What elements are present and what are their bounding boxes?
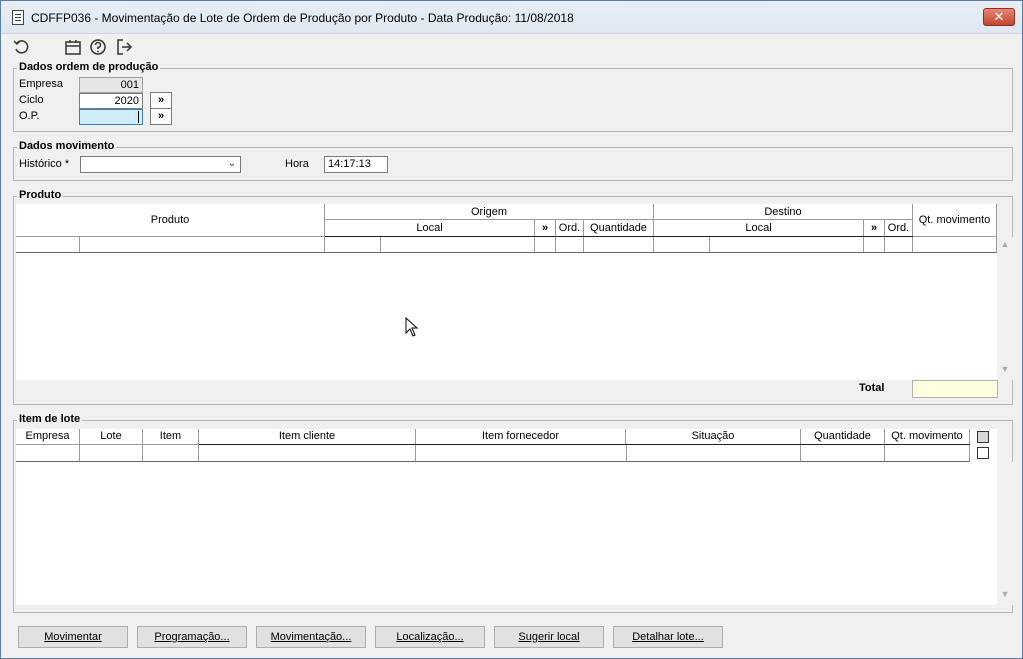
localizacao-button[interactable]: Localização...: [375, 626, 485, 648]
dados-ordem-legend: Dados ordem de produção: [17, 61, 161, 73]
undo-icon[interactable]: [12, 37, 32, 57]
historico-select[interactable]: ⌄: [80, 156, 241, 173]
exit-icon[interactable]: [114, 37, 134, 57]
empresa-field: 001: [79, 77, 143, 93]
total-field: [912, 380, 998, 398]
hora-field[interactable]: 14:17:13: [324, 156, 388, 173]
historico-label: Histórico *: [19, 158, 70, 170]
ciclo-label: Ciclo: [19, 94, 44, 106]
header-qt-movimento: Qt. movimento: [913, 204, 997, 237]
title-bar: CDFFP036 - Movimentação de Lote de Ordem…: [1, 1, 1022, 34]
produto-legend: Produto: [17, 189, 64, 201]
total-label: Total: [859, 382, 885, 394]
header-origem-ord: Ord.: [556, 220, 584, 237]
header-origem-lookup: »: [535, 220, 556, 237]
chevron-down-icon: ⌄: [227, 158, 237, 169]
op-lookup-button[interactable]: »: [150, 108, 172, 125]
op-label: O.P.: [19, 110, 40, 122]
movimentar-button[interactable]: Movimentar: [18, 626, 128, 648]
header-item-cliente: Item cliente: [199, 429, 416, 445]
header-quantidade: Quantidade: [801, 429, 885, 445]
header-qt-movimento-lote: Qt. movimento: [885, 429, 970, 445]
item-lote-scrollbar[interactable]: ▼: [997, 462, 1013, 605]
calendar-icon[interactable]: [63, 37, 83, 57]
select-all-checkbox[interactable]: [977, 431, 989, 443]
window-title: CDFFP036 - Movimentação de Lote de Ordem…: [31, 11, 574, 25]
header-destino-lookup: »: [864, 220, 885, 237]
header-item-fornecedor: Item fornecedor: [416, 429, 626, 445]
document-icon: [12, 10, 24, 25]
scroll-down-icon[interactable]: ▼: [997, 364, 1013, 378]
ciclo-field[interactable]: 2020: [79, 93, 143, 109]
empresa-label: Empresa: [19, 78, 64, 90]
header-item: Item: [143, 429, 199, 445]
hora-label: Hora: [285, 158, 309, 170]
detalhar-lote-button[interactable]: Detalhar lote...: [613, 626, 723, 648]
mouse-cursor-icon: [405, 317, 419, 337]
programacao-button[interactable]: Programação...: [137, 626, 247, 648]
app-window: CDFFP036 - Movimentação de Lote de Ordem…: [0, 0, 1023, 659]
header-origem-local: Local: [325, 220, 535, 237]
scroll-down-icon[interactable]: ▼: [997, 589, 1013, 603]
produto-scrollbar[interactable]: ▲ ▼: [997, 237, 1013, 380]
movimentacao-button[interactable]: Movimentação...: [256, 626, 366, 648]
header-origem-quantidade: Quantidade: [584, 220, 654, 237]
row-checkbox[interactable]: [977, 447, 989, 459]
header-destino-ord: Ord.: [885, 220, 913, 237]
sugerir-local-button[interactable]: Sugerir local: [494, 626, 604, 648]
header-situacao: Situação: [626, 429, 801, 445]
dados-movimento-legend: Dados movimento: [17, 140, 117, 152]
header-produto: Produto: [16, 204, 325, 237]
header-lote: Lote: [80, 429, 143, 445]
header-origem: Origem: [325, 204, 654, 220]
header-empresa: Empresa: [16, 429, 80, 445]
ciclo-lookup-button[interactable]: »: [150, 92, 172, 109]
header-destino-local: Local: [654, 220, 864, 237]
item-lote-legend: Item de lote: [17, 413, 83, 425]
close-button[interactable]: ✕: [983, 8, 1015, 26]
header-destino: Destino: [654, 204, 913, 220]
help-icon[interactable]: [88, 37, 108, 57]
scroll-up-icon[interactable]: ▲: [997, 239, 1013, 253]
op-field[interactable]: [79, 109, 143, 125]
